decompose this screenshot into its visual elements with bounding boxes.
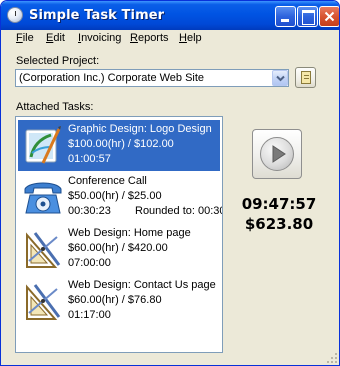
project-notes-button[interactable] bbox=[295, 67, 316, 88]
palette-brush-icon bbox=[25, 126, 61, 164]
menu-edit[interactable]: Edit bbox=[46, 32, 65, 44]
task-name: Graphic Design: Logo Design bbox=[68, 123, 212, 135]
project-dropdown[interactable]: (Corporation Inc.) Corporate Web Site bbox=[15, 69, 289, 87]
menu-invoicing[interactable]: Invoicing bbox=[78, 32, 121, 44]
task-item[interactable]: Web Design: Contact Us page $60.00(hr) /… bbox=[18, 276, 220, 327]
task-time: 07:00:00 bbox=[68, 257, 111, 269]
menu-reports[interactable]: Reports bbox=[130, 32, 169, 44]
task-rates: $60.00(hr) / $76.80 bbox=[68, 294, 162, 306]
task-rates: $100.00(hr) / $102.00 bbox=[68, 138, 174, 150]
drafting-tools-icon bbox=[26, 284, 61, 320]
title-bar[interactable]: Simple Task Timer bbox=[1, 1, 339, 30]
task-rates: $60.00(hr) / $420.00 bbox=[68, 242, 168, 254]
close-icon bbox=[324, 11, 335, 22]
task-name: Web Design: Home page bbox=[68, 227, 191, 239]
attached-tasks-label: Attached Tasks: bbox=[16, 101, 94, 113]
menu-help[interactable]: Help bbox=[179, 32, 202, 44]
play-icon bbox=[272, 145, 286, 163]
chevron-down-icon bbox=[276, 75, 285, 82]
dropdown-arrow-button[interactable] bbox=[272, 70, 288, 86]
task-name: Conference Call bbox=[68, 175, 147, 187]
task-list[interactable]: Graphic Design: Logo Design $100.00(hr) … bbox=[15, 116, 223, 353]
menu-bar: File Edit Invoicing Reports Help bbox=[1, 30, 339, 49]
project-dropdown-value: (Corporation Inc.) Corporate Web Site bbox=[19, 72, 205, 84]
telephone-icon bbox=[24, 182, 62, 214]
task-time: 01:00:57 bbox=[68, 153, 111, 165]
total-amount: $623.80 bbox=[244, 215, 314, 233]
task-time: 00:30:23 bbox=[68, 205, 111, 217]
window-title: Simple Task Timer bbox=[29, 8, 165, 23]
clock-icon bbox=[7, 7, 23, 23]
app-window: Simple Task Timer File Edit Invoicing Re… bbox=[0, 0, 340, 366]
task-item[interactable]: Conference Call $50.00(hr) / $25.00 00:3… bbox=[18, 172, 222, 223]
resize-grip[interactable] bbox=[327, 353, 339, 365]
task-rates: $50.00(hr) / $25.00 bbox=[68, 190, 162, 202]
maximize-button[interactable] bbox=[297, 6, 318, 27]
task-item[interactable]: Web Design: Home page $60.00(hr) / $420.… bbox=[18, 224, 220, 275]
task-name: Web Design: Contact Us page bbox=[68, 279, 216, 291]
menu-file[interactable]: File bbox=[16, 32, 34, 44]
drafting-tools-icon bbox=[26, 232, 61, 268]
task-item[interactable]: Graphic Design: Logo Design $100.00(hr) … bbox=[18, 120, 220, 171]
task-time: 01:17:00 bbox=[68, 309, 111, 321]
elapsed-time: 09:47:57 bbox=[241, 195, 317, 213]
selected-project-label: Selected Project: bbox=[16, 55, 100, 67]
close-button[interactable] bbox=[319, 6, 339, 27]
task-rounded-time: Rounded to: 00:30:00 bbox=[135, 205, 222, 217]
start-timer-button[interactable] bbox=[252, 129, 302, 179]
notepad-icon bbox=[301, 71, 311, 84]
minimize-button[interactable] bbox=[275, 6, 296, 27]
